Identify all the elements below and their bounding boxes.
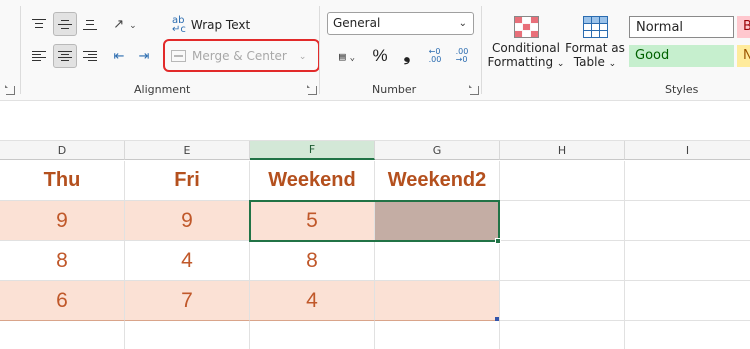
column-header-h[interactable]: H — [500, 141, 625, 160]
selection-range — [249, 200, 500, 242]
style-good[interactable]: Good — [629, 45, 734, 67]
column-header-e[interactable]: E — [125, 141, 250, 160]
table-resize-handle[interactable] — [495, 317, 499, 321]
conditional-formatting-button[interactable]: Conditional Formatting ⌄ — [487, 8, 565, 76]
table-cell[interactable]: 8 — [0, 241, 125, 281]
chevron-down-icon: ⌄ — [556, 58, 565, 69]
align-center-button[interactable] — [53, 44, 77, 68]
header-cell-weekend2[interactable]: Weekend2 — [375, 161, 500, 201]
separator — [319, 6, 320, 94]
font-launcher-icon[interactable] — [5, 85, 15, 95]
bottom-align-icon — [83, 19, 97, 30]
wrap-text-label: Wrap Text — [190, 18, 251, 32]
empty-cell[interactable] — [375, 321, 500, 349]
chevron-down-icon: ⌄ — [458, 18, 467, 29]
empty-cell[interactable] — [0, 321, 125, 349]
empty-cell[interactable] — [625, 241, 750, 281]
style-normal[interactable]: Normal — [629, 16, 734, 38]
chevron-down-icon: ⌄ — [608, 58, 617, 69]
decrease-decimal-button[interactable]: .00 →0 — [451, 45, 473, 67]
ribbon: ↗ ⌄ ⇤ ⇥ ab ↵c Wrap Text Merge & Center ⌄ A… — [0, 0, 750, 101]
format-as-table-label-2: Table — [573, 54, 605, 69]
decrease-decimal-icon: .00 →0 — [455, 47, 469, 64]
formula-area — [0, 101, 750, 141]
wrap-text-icon: ab ↵c — [172, 15, 186, 35]
middle-align-icon — [58, 19, 72, 30]
accounting-icon: ▤ ⌄ — [338, 49, 356, 63]
decrease-indent-icon: ⇤ — [113, 48, 125, 63]
header-cell-weekend[interactable]: Weekend — [250, 161, 375, 201]
column-header-d[interactable]: D — [0, 141, 125, 160]
increase-indent-button[interactable]: ⇥ — [133, 45, 155, 67]
empty-cell[interactable] — [625, 321, 750, 349]
table-cell[interactable]: 9 — [0, 201, 125, 241]
table-cell[interactable] — [375, 241, 500, 281]
style-neutral[interactable]: N — [737, 45, 750, 67]
column-header-g[interactable]: G — [375, 141, 500, 160]
table-cell[interactable]: 7 — [125, 281, 250, 321]
align-right-icon — [83, 50, 97, 62]
middle-align-button[interactable] — [53, 12, 77, 36]
increase-decimal-icon: ←0.00 — [428, 47, 442, 64]
comma-label: ❟ — [403, 46, 411, 65]
alignment-group-label: Alignment — [134, 83, 191, 96]
conditional-formatting-label-1: Conditional — [492, 40, 560, 55]
table-cell[interactable]: 4 — [125, 241, 250, 281]
table-cell[interactable]: 4 — [250, 281, 375, 321]
align-right-button[interactable] — [79, 45, 101, 67]
empty-cell[interactable] — [125, 321, 250, 349]
header-cell-thu[interactable]: Thu — [0, 161, 125, 201]
conditional-formatting-icon — [513, 15, 539, 38]
empty-cell[interactable] — [625, 201, 750, 241]
styles-group-label: Styles — [665, 83, 699, 96]
empty-cell[interactable] — [625, 281, 750, 321]
decrease-indent-button[interactable]: ⇤ — [108, 45, 130, 67]
empty-cell[interactable] — [625, 161, 750, 201]
empty-cell[interactable] — [250, 321, 375, 349]
align-left-button[interactable] — [28, 45, 50, 67]
empty-cell[interactable] — [500, 281, 625, 321]
empty-cell[interactable] — [500, 241, 625, 281]
align-center-icon — [58, 50, 72, 62]
number-format-value: General — [333, 16, 381, 30]
percent-style-button[interactable]: % — [369, 45, 391, 67]
column-header-i[interactable]: I — [625, 141, 750, 160]
top-align-icon — [32, 18, 46, 30]
orientation-icon: ↗ ⌄ — [113, 16, 137, 32]
table-cell[interactable]: 9 — [125, 201, 250, 241]
align-left-icon — [32, 50, 46, 62]
comma-style-button[interactable]: ❟ — [396, 45, 418, 67]
table-cell[interactable]: 6 — [0, 281, 125, 321]
empty-cell[interactable] — [500, 201, 625, 241]
number-format-select[interactable]: General ⌄ — [327, 12, 474, 35]
accounting-format-button[interactable]: ▤ ⌄ — [330, 45, 364, 67]
format-as-table-label-1: Format as — [565, 40, 625, 55]
format-as-table-button[interactable]: Format as Table ⌄ — [565, 8, 625, 76]
empty-cell[interactable] — [500, 321, 625, 349]
fill-handle[interactable] — [495, 238, 501, 244]
worksheet-grid[interactable]: D E F G H I Thu Fri Weekend Weekend2 9 9… — [0, 141, 750, 349]
header-cell-fri[interactable]: Fri — [125, 161, 250, 201]
top-align-button[interactable] — [28, 13, 50, 35]
format-as-table-icon — [582, 15, 608, 38]
number-launcher-icon[interactable] — [469, 85, 479, 95]
increase-indent-icon: ⇥ — [138, 48, 150, 63]
column-header-f[interactable]: F — [250, 141, 375, 160]
empty-cell[interactable] — [500, 161, 625, 201]
separator — [481, 6, 482, 94]
bottom-align-button[interactable] — [79, 13, 101, 35]
conditional-formatting-label-2: Formatting — [487, 54, 554, 69]
wrap-text-button[interactable]: ab ↵c Wrap Text — [172, 14, 282, 36]
increase-decimal-button[interactable]: ←0.00 — [424, 45, 446, 67]
merge-center-highlight — [163, 39, 320, 72]
number-group-label: Number — [372, 83, 417, 96]
table-cell[interactable]: 8 — [250, 241, 375, 281]
percent-label: % — [372, 46, 388, 65]
orientation-button[interactable]: ↗ ⌄ — [108, 12, 142, 36]
style-bad[interactable]: B — [737, 16, 750, 38]
separator — [20, 6, 21, 94]
table-cell[interactable] — [375, 281, 500, 321]
alignment-launcher-icon[interactable] — [307, 85, 317, 95]
